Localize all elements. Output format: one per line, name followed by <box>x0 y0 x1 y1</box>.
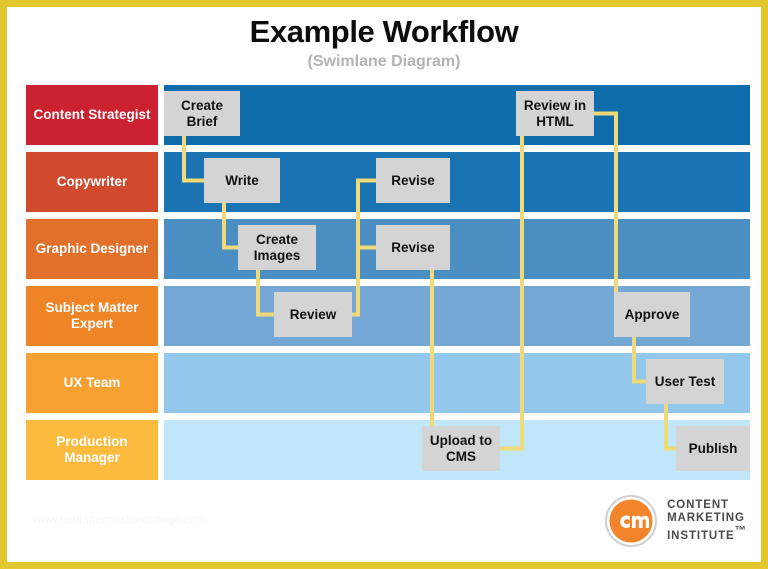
logo-line-1: CONTENT <box>667 498 729 511</box>
logo-line-3: INSTITUTE™ <box>667 525 747 543</box>
task-box-user-test[interactable]: User Test <box>646 359 724 404</box>
task-box-publish[interactable]: Publish <box>676 426 750 471</box>
logo-line-2: MARKETING <box>667 511 745 524</box>
task-box-review-in-html[interactable]: Review in HTML <box>516 91 594 136</box>
trademark-icon: ™ <box>734 525 747 538</box>
task-box-upload-to-cms[interactable]: Upload to CMS <box>422 426 500 471</box>
task-box-layer: Create Brief Review in HTML Write Revise Cre… <box>26 85 750 489</box>
task-box-create-brief[interactable]: Create Brief <box>164 91 240 136</box>
page-subtitle: (Swimlane Diagram) <box>307 53 461 71</box>
watermark-text: www.heritagechristiancollege.com <box>33 514 206 526</box>
page-title: Example Workflow <box>249 14 519 49</box>
cmi-logo-mark <box>605 495 658 547</box>
task-box-revise[interactable]: Revise <box>376 225 450 270</box>
task-box-write[interactable]: Write <box>204 158 280 203</box>
task-box-create-images[interactable]: Create Images <box>238 225 316 270</box>
task-box-revise[interactable]: Revise <box>376 158 450 203</box>
diagram-canvas: Example Workflow (Swimlane Diagram) Cont… <box>0 0 768 569</box>
cmi-logo-text: CONTENT MARKETING INSTITUTE™ <box>667 499 747 544</box>
task-box-review[interactable]: Review <box>274 292 352 337</box>
title-block: Example Workflow (Swimlane Diagram) <box>7 14 761 71</box>
cmi-logo: CONTENT MARKETING INSTITUTE™ <box>604 494 747 548</box>
task-box-approve[interactable]: Approve <box>614 292 690 337</box>
